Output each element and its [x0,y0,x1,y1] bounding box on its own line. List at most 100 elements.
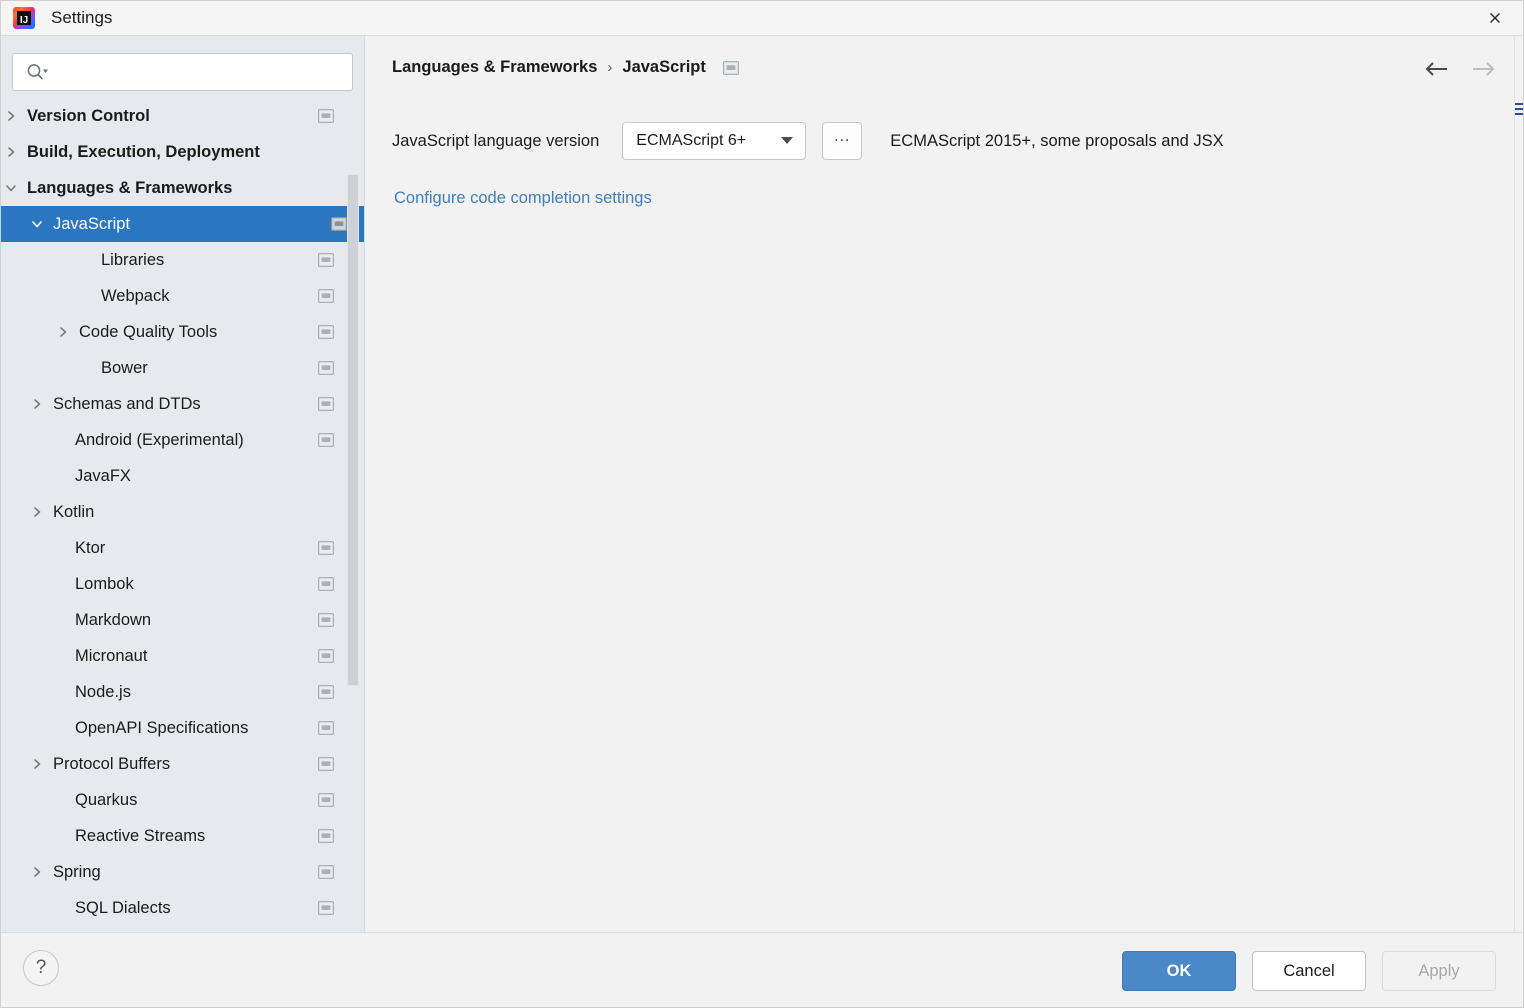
scrollbar-error-marker [1515,103,1523,117]
settings-main-pane: Languages & Frameworks › JavaScript Java… [366,36,1524,932]
project-scope-icon [318,757,334,771]
project-scope-icon [318,505,334,519]
project-scope-icon [318,145,334,159]
sidebar-item-android-experimental[interactable]: Android (Experimental) [0,422,352,458]
sidebar-item-protocol-buffers[interactable]: Protocol Buffers [0,746,352,782]
ok-button[interactable]: OK [1122,951,1236,991]
dialog-action-buttons: OK Cancel Apply [1122,951,1496,991]
breadcrumb-current: JavaScript [622,58,706,76]
sidebar-item-node-js[interactable]: Node.js [0,674,352,710]
sidebar-item-openapi-specifications[interactable]: OpenAPI Specifications [0,710,352,746]
project-scope-icon [318,469,334,483]
sidebar-item-label: Android (Experimental) [75,430,244,449]
sidebar-item-lombok[interactable]: Lombok [0,566,352,602]
dialog-bottom-bar: ? OK Cancel Apply [0,932,1524,1008]
sidebar-item-label: Libraries [101,250,165,269]
sidebar-item-spring[interactable]: Spring [0,854,352,890]
sidebar-item-label: OpenAPI Specifications [75,718,249,737]
sidebar-item-label: Protocol Buffers [53,754,171,773]
sidebar-item-label: Micronaut [75,646,148,665]
sidebar-item-bower[interactable]: Bower [0,350,352,386]
project-scope-icon [318,793,334,807]
project-scope-icon [318,253,334,267]
breadcrumb: Languages & Frameworks › JavaScript [392,58,739,77]
breadcrumb-parent[interactable]: Languages & Frameworks [392,58,597,77]
project-scope-icon [722,60,739,75]
chevron-down-icon[interactable] [26,206,48,242]
sidebar-scrollbar-thumb[interactable] [347,174,359,686]
chevron-down-icon [779,132,795,150]
sidebar-item-label: Schemas and DTDs [53,394,201,413]
project-scope-icon [318,109,334,123]
sidebar-item-label: Version Control [27,106,150,125]
project-scope-icon [318,181,334,195]
sidebar-item-label: Code Quality Tools [79,322,218,341]
sidebar-item-schemas-and-dtds[interactable]: Schemas and DTDs [0,386,352,422]
chevron-right-icon[interactable] [52,314,74,350]
chevron-right-icon[interactable] [26,386,48,422]
sidebar-item-label: Reactive Streams [75,826,206,845]
sidebar-item-label: Markdown [75,610,152,629]
sidebar-item-micronaut[interactable]: Micronaut [0,638,352,674]
js-language-version-note: ECMAScript 2015+, some proposals and JSX [890,131,1224,150]
sidebar-item-label: JavaFX [75,466,131,485]
search-input[interactable] [12,53,353,91]
sidebar-item-code-quality-tools[interactable]: Code Quality Tools [0,314,352,350]
search-field-wrapper [12,53,353,91]
sidebar-item-label: Languages & Frameworks [27,178,233,197]
project-scope-icon [318,361,334,375]
help-button[interactable]: ? [23,950,59,986]
js-language-version-more-button[interactable]: ... [822,122,863,160]
sidebar-item-javascript[interactable]: JavaScript [0,206,364,242]
project-scope-icon [318,577,334,591]
ellipsis-label: ... [834,128,851,145]
close-icon[interactable] [1466,0,1524,35]
sidebar-item-reactive-streams[interactable]: Reactive Streams [0,818,352,854]
sidebar-item-label: Quarkus [75,790,138,809]
project-scope-icon [318,433,334,447]
project-scope-icon [331,217,347,231]
chevron-right-icon[interactable] [26,494,48,530]
sidebar-item-ktor[interactable]: Ktor [0,530,352,566]
sidebar-item-webpack[interactable]: Webpack [0,278,352,314]
intellij-idea-icon-glyph: IJ [19,14,29,26]
sidebar-item-kotlin[interactable]: Kotlin [0,494,352,530]
js-language-version-select[interactable]: ECMAScript 6+ [622,122,807,160]
chevron-right-icon[interactable] [0,98,22,134]
chevron-right-icon[interactable] [26,746,48,782]
arrow-left-icon[interactable] [1423,56,1449,82]
sidebar-item-languages-frameworks[interactable]: Languages & Frameworks [0,170,352,206]
sidebar-item-markdown[interactable]: Markdown [0,602,352,638]
cancel-button[interactable]: Cancel [1252,951,1366,991]
apply-button: Apply [1382,951,1496,991]
sidebar-item-label: Build, Execution, Deployment [27,142,260,161]
chevron-down-icon[interactable] [0,170,22,206]
chevron-right-icon[interactable] [0,134,22,170]
sidebar-item-sql-dialects[interactable]: SQL Dialects [0,890,352,926]
window-title: Settings [51,7,113,27]
sidebar-scrollbar-track[interactable] [347,36,362,870]
project-scope-icon [318,685,334,699]
configure-code-completion-link[interactable]: Configure code completion settings [394,189,652,208]
chevron-right-icon[interactable] [26,854,48,890]
help-icon: ? [35,957,47,978]
breadcrumb-separator: › [607,59,613,76]
sidebar-item-libraries[interactable]: Libraries [0,242,352,278]
sidebar-item-label: Spring [53,862,101,881]
main-scrollbar-track[interactable] [1514,36,1524,932]
sidebar-item-javafx[interactable]: JavaFX [0,458,352,494]
arrow-right-icon [1471,56,1497,82]
project-scope-icon [318,865,334,879]
sidebar-item-build-execution-deployment[interactable]: Build, Execution, Deployment [0,134,352,170]
sidebar-item-quarkus[interactable]: Quarkus [0,782,352,818]
sidebar-item-version-control[interactable]: Version Control [0,98,352,134]
